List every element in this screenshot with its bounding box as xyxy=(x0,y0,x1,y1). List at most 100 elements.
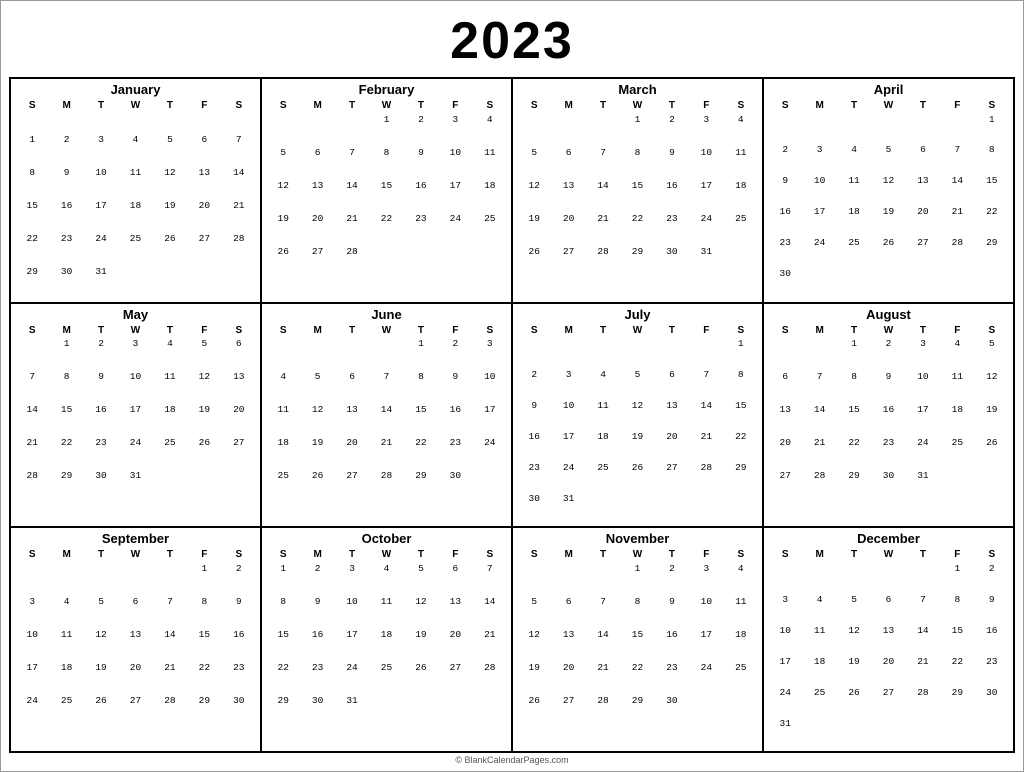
day-cell: 24 xyxy=(15,693,49,726)
day-cell: 25 xyxy=(724,211,758,244)
day-cell xyxy=(724,244,758,277)
day-cell: 18 xyxy=(266,436,300,469)
day-cell: 25 xyxy=(473,211,507,244)
day-cell: 19 xyxy=(187,403,221,436)
day-cell: 9 xyxy=(438,370,472,403)
day-cell: 31 xyxy=(768,716,802,747)
day-cell: 27 xyxy=(118,693,152,726)
day-cell: 22 xyxy=(940,654,974,685)
calendar-page: 2023 JanuarySMTWTFS123456789101112131415… xyxy=(0,0,1024,772)
day-cell: 30 xyxy=(768,267,802,298)
day-cell: 26 xyxy=(404,660,438,693)
day-cell: 11 xyxy=(586,399,620,430)
day-cell xyxy=(940,267,974,298)
day-cell: 18 xyxy=(837,205,871,236)
day-cell: 2 xyxy=(222,561,256,594)
day-cell xyxy=(975,716,1009,747)
day-header: M xyxy=(300,324,334,337)
day-cell: 4 xyxy=(586,368,620,399)
day-cell xyxy=(15,502,49,523)
day-cell xyxy=(222,469,256,502)
day-cell xyxy=(473,726,507,747)
day-cell: 17 xyxy=(906,403,940,436)
day-cell xyxy=(517,277,551,298)
day-cell: 26 xyxy=(266,244,300,277)
day-cell xyxy=(906,502,940,523)
day-cell: 15 xyxy=(187,627,221,660)
day-cell: 3 xyxy=(118,337,152,370)
day-cell: 22 xyxy=(187,660,221,693)
day-cell: 12 xyxy=(871,174,905,205)
day-cell: 29 xyxy=(724,460,758,491)
day-cell xyxy=(15,337,49,370)
day-cell xyxy=(724,726,758,747)
day-cell: 15 xyxy=(620,178,654,211)
day-cell: 24 xyxy=(335,660,369,693)
days-grid: 1234567891011121314151617181920212223242… xyxy=(768,112,1009,298)
day-cell: 24 xyxy=(802,236,836,267)
day-cell xyxy=(222,726,256,747)
day-cell xyxy=(802,267,836,298)
day-header: M xyxy=(802,548,836,561)
day-cell: 12 xyxy=(187,370,221,403)
day-cell: 24 xyxy=(84,232,118,265)
day-cell: 30 xyxy=(517,491,551,522)
days-grid: 1234567891011121314151617181920212223242… xyxy=(266,561,507,747)
day-cell: 2 xyxy=(300,561,334,594)
day-cell: 10 xyxy=(689,594,723,627)
day-cell: 26 xyxy=(871,236,905,267)
day-header: S xyxy=(517,548,551,561)
day-cell: 27 xyxy=(655,460,689,491)
day-cell xyxy=(369,693,403,726)
day-cell: 9 xyxy=(222,594,256,627)
day-cell: 22 xyxy=(15,232,49,265)
day-cell xyxy=(473,469,507,502)
day-header: S xyxy=(15,548,49,561)
day-cell xyxy=(551,337,585,368)
day-cell xyxy=(187,469,221,502)
day-cell: 24 xyxy=(689,211,723,244)
day-header: S xyxy=(975,99,1009,112)
month-block-april: AprilSMTWTFS1234567891011121314151617181… xyxy=(763,78,1014,303)
month-name: May xyxy=(15,307,256,322)
day-cell: 8 xyxy=(369,145,403,178)
day-cell: 24 xyxy=(906,436,940,469)
day-cell xyxy=(49,561,83,594)
day-cell: 7 xyxy=(15,370,49,403)
day-cell: 3 xyxy=(906,337,940,370)
day-cell xyxy=(802,337,836,370)
day-cell: 21 xyxy=(802,436,836,469)
day-cell: 19 xyxy=(84,660,118,693)
day-cell xyxy=(586,726,620,747)
day-headers: SMTWTFS xyxy=(768,99,1009,112)
day-cell xyxy=(517,726,551,747)
day-cell xyxy=(84,502,118,523)
day-header: T xyxy=(837,99,871,112)
day-cell: 22 xyxy=(49,436,83,469)
day-cell: 30 xyxy=(300,693,334,726)
day-cell: 28 xyxy=(940,236,974,267)
month-block-february: FebruarySMTWTFS1234567891011121314151617… xyxy=(261,78,512,303)
day-cell: 15 xyxy=(404,403,438,436)
day-cell: 23 xyxy=(871,436,905,469)
day-cell xyxy=(222,112,256,133)
day-cell: 6 xyxy=(438,561,472,594)
day-header: S xyxy=(15,99,49,112)
month-block-september: SeptemberSMTWTFS123456789101112131415161… xyxy=(10,527,261,752)
day-cell: 20 xyxy=(551,211,585,244)
day-cell: 16 xyxy=(300,627,334,660)
day-header: S xyxy=(975,548,1009,561)
day-cell xyxy=(15,726,49,747)
day-cell: 27 xyxy=(551,244,585,277)
day-cell xyxy=(871,561,905,592)
month-name: June xyxy=(266,307,507,322)
day-cell: 24 xyxy=(768,685,802,716)
day-cell: 20 xyxy=(768,436,802,469)
day-cell: 21 xyxy=(15,436,49,469)
day-header: W xyxy=(620,548,654,561)
day-cell: 21 xyxy=(153,660,187,693)
day-cell: 27 xyxy=(906,236,940,267)
month-name: October xyxy=(266,531,507,546)
day-cell xyxy=(187,502,221,523)
day-cell: 6 xyxy=(222,337,256,370)
